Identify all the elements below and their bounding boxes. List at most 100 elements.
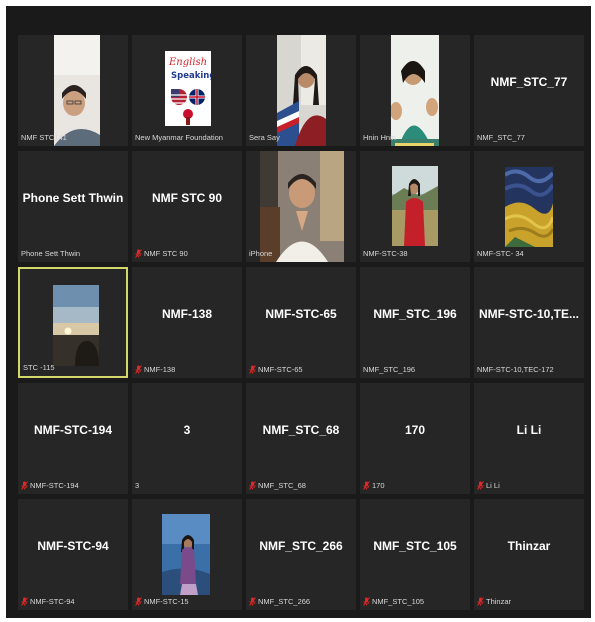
participant-name-label: 3: [135, 481, 139, 490]
participant-name-label: NMF-STC-194: [21, 481, 79, 490]
participant-name: NMF-STC-38: [363, 249, 408, 258]
participant-name: NMF-STC-94: [30, 597, 75, 606]
participant-display-name: 170: [404, 423, 426, 437]
participant-name-label: NMF_STC_266: [249, 597, 310, 606]
muted-mic-icon: [249, 481, 256, 490]
participant-name-label: Phone Sett Thwin: [21, 249, 80, 258]
participant-name: Phone Sett Thwin: [21, 249, 81, 258]
participant-name: Hnin Hnin: [363, 133, 396, 142]
participant-name-label: NMF-STC-10,TEC-172: [477, 365, 554, 374]
participant-name: NMF-STC-65: [258, 365, 303, 374]
participant-tile[interactable]: NMF_STC_68 NMF_STC_68: [246, 383, 356, 494]
woman-flag-video: [277, 35, 326, 146]
participant-name-label: Hnin Hnin: [363, 133, 396, 142]
participant-tile[interactable]: 33: [132, 383, 242, 494]
participant-display-name: NMF_STC_68: [262, 423, 340, 437]
participant-tile[interactable]: NMF_STC_266 NMF_STC_266: [246, 499, 356, 610]
woman-praying-video: [260, 151, 344, 262]
participant-tile[interactable]: NMF-138 NMF-138: [132, 267, 242, 378]
muted-mic-icon: [135, 365, 142, 374]
participant-tile[interactable]: English Speaking New Myanmar Foundation: [132, 35, 242, 146]
participant-name-label: NMF_STC_105: [363, 597, 424, 606]
participant-name-label: NMF_STC_196: [363, 365, 415, 374]
participant-name: 3: [135, 481, 140, 490]
participant-name-label: NMF_STC_77: [477, 133, 525, 142]
participant-tile[interactable]: NMF-STC-15: [132, 499, 242, 610]
participant-display-name: NMF-STC-10,TE...: [478, 307, 579, 321]
participant-name: Li Li: [486, 481, 500, 490]
participant-name: NMF-STC-10,TEC-172: [477, 365, 554, 374]
participant-name-label: NMF_STC_68: [249, 481, 306, 490]
participant-tile[interactable]: NMF-STC-94 NMF-STC-94: [18, 499, 128, 610]
muted-mic-icon: [477, 481, 484, 490]
muted-mic-icon: [363, 597, 370, 606]
woman-blue-photo-video: [162, 514, 210, 595]
participant-name: NMF_STC_68: [258, 481, 306, 490]
participant-name: STC -115: [23, 363, 55, 372]
participant-name-label: NMF-STC-15: [135, 597, 189, 606]
participant-tile[interactable]: NMF-STC-65 NMF-STC-65: [246, 267, 356, 378]
participant-display-name: 3: [183, 423, 191, 437]
wheatfield-painting-video: [505, 167, 553, 247]
sunset-photo-video: [53, 285, 99, 366]
participant-name-label: Sera Say: [249, 133, 280, 142]
participant-name-label: Li Li: [477, 481, 500, 490]
participant-tile[interactable]: STC -115: [18, 267, 128, 378]
participant-display-name: NMF-STC-194: [33, 423, 112, 437]
participant-display-name: NMF_STC_105: [373, 539, 457, 553]
participant-name-label: NMF-STC-38: [363, 249, 408, 258]
participant-tile[interactable]: Sera Say: [246, 35, 356, 146]
participant-tile[interactable]: Hnin Hnin: [360, 35, 470, 146]
participant-display-name: NMF_STC_196: [373, 307, 457, 321]
participant-tile[interactable]: NMF-STC-38: [360, 151, 470, 262]
participant-tile[interactable]: NMF_STC_196 NMF_STC_196: [360, 267, 470, 378]
participant-name: NMF STC 90: [144, 249, 188, 258]
participant-display-name: NMF_STC_266: [259, 539, 343, 553]
participant-tile[interactable]: Li Li Li Li: [474, 383, 584, 494]
participant-name-label: New Myanmar Foundation: [135, 133, 223, 142]
participant-tile[interactable]: 170 170: [360, 383, 470, 494]
english-speaking-logo-video: English Speaking: [165, 51, 211, 126]
muted-mic-icon: [363, 481, 370, 490]
participant-display-name: NMF-STC-94: [37, 539, 109, 553]
participant-tile[interactable]: NMF STC 90 NMF STC 90: [132, 151, 242, 262]
participant-name: NMF_STC_196: [363, 365, 416, 374]
participant-name-label: STC -115: [23, 363, 55, 372]
participant-name: 170: [372, 481, 385, 490]
participant-name-label: NMF STC141: [21, 133, 67, 142]
participant-name: NMF-STC-15: [144, 597, 189, 606]
muted-mic-icon: [21, 597, 28, 606]
active-speaker-indicator: [395, 143, 434, 146]
woman-red-shirt-video: [392, 166, 438, 246]
participant-display-name: Thinzar: [507, 539, 551, 553]
muted-mic-icon: [249, 597, 256, 606]
participant-name-label: NMF-STC-65: [249, 365, 303, 374]
video-gallery: NMF STC141 English Speaking New Myanmar Fou…: [6, 6, 591, 618]
participant-tile[interactable]: NMF STC141: [18, 35, 128, 146]
participant-tile[interactable]: Phone Sett Thwin Phone Sett Thwin: [18, 151, 128, 262]
participant-name: New Myanmar Foundation: [135, 133, 223, 142]
participant-tile[interactable]: iPhone: [246, 151, 356, 262]
muted-mic-icon: [249, 365, 256, 374]
muted-mic-icon: [135, 249, 142, 258]
participant-tile[interactable]: NMF_STC_105 NMF_STC_105: [360, 499, 470, 610]
participant-name-label: NMF-STC- 34: [477, 249, 524, 258]
participant-tile[interactable]: NMF-STC-10,TE... NMF-STC-10,TEC-172: [474, 267, 584, 378]
participant-name: NMF_STC_266: [258, 597, 311, 606]
muted-mic-icon: [21, 481, 28, 490]
participant-tile[interactable]: NMF-STC-194 NMF-STC-194: [18, 383, 128, 494]
participant-display-name: NMF-STC-65: [265, 307, 337, 321]
participant-display-name: NMF_STC_77: [490, 75, 568, 89]
participant-name: NMF-STC- 34: [477, 249, 524, 258]
participant-tile[interactable]: Thinzar Thinzar: [474, 499, 584, 610]
muted-mic-icon: [135, 597, 142, 606]
muted-mic-icon: [477, 597, 484, 606]
participant-name-label: iPhone: [249, 249, 272, 258]
participant-display-name: NMF STC 90: [151, 191, 222, 205]
participant-tile[interactable]: NMF-STC- 34: [474, 151, 584, 262]
participant-name: NMF_STC_77: [477, 133, 525, 142]
participant-name-label: NMF-138: [135, 365, 175, 374]
svg-text:English: English: [168, 57, 207, 68]
participant-tile[interactable]: NMF_STC_77 NMF_STC_77: [474, 35, 584, 146]
participant-name-label: 170: [363, 481, 385, 490]
